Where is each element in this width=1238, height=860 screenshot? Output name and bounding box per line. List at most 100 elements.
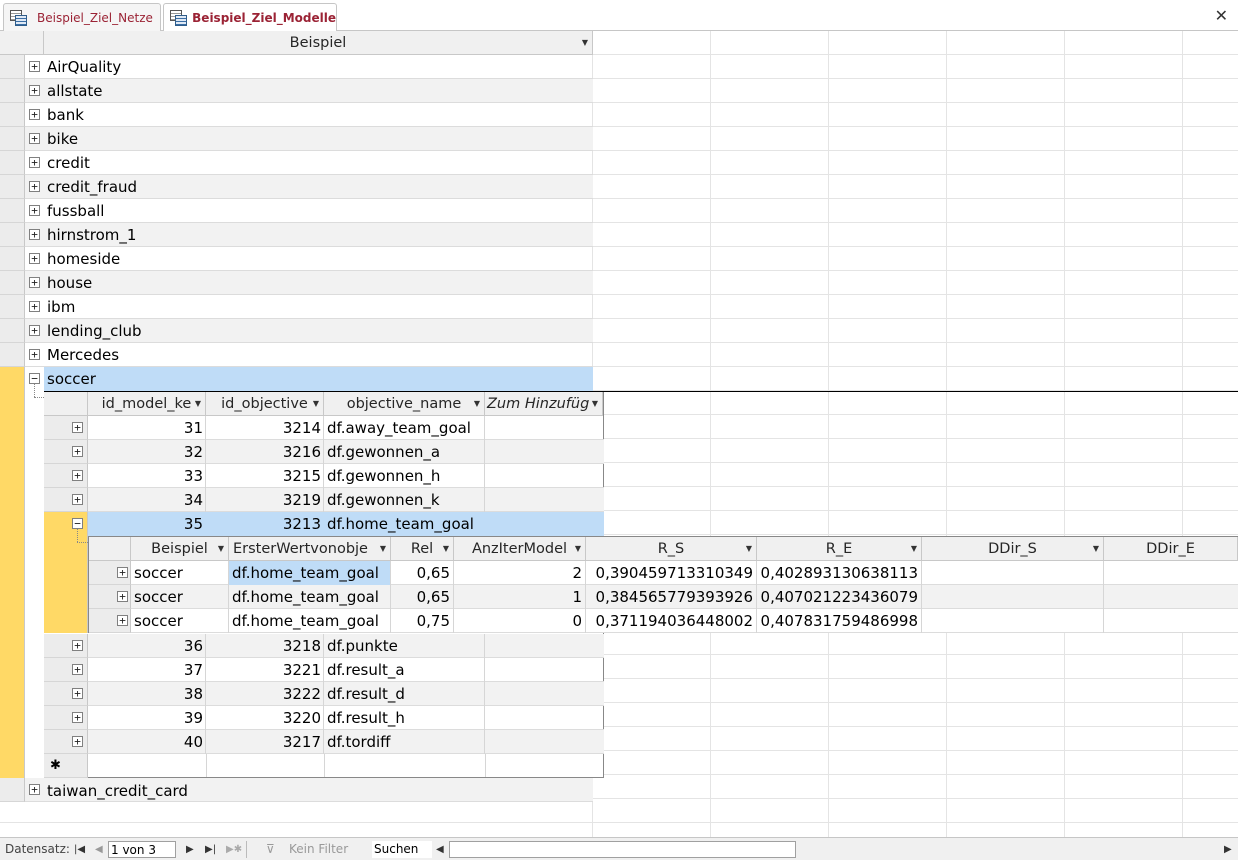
expand-icon[interactable]: + xyxy=(117,567,128,578)
record-selector[interactable] xyxy=(0,295,25,319)
expand-icon[interactable]: + xyxy=(72,470,83,481)
cell-add-field[interactable] xyxy=(485,488,603,512)
dropdown-arrow-icon[interactable]: ▼ xyxy=(575,537,581,560)
dropdown-arrow-icon[interactable]: ▼ xyxy=(218,537,224,560)
expand-icon[interactable]: + xyxy=(29,181,40,192)
close-icon[interactable]: ✕ xyxy=(1215,6,1228,25)
cell-erster-wert[interactable]: df.home_team_goal xyxy=(229,561,391,585)
dropdown-arrow-icon[interactable]: ▼ xyxy=(911,537,917,560)
column-header-anz-iter-model[interactable]: AnzIterModel ▼ xyxy=(454,537,586,561)
cell-rel[interactable]: 0,65 xyxy=(391,585,454,609)
column-header-id-model-key[interactable]: id_model_ke ▼ xyxy=(88,392,206,416)
expand-icon[interactable]: + xyxy=(117,615,128,626)
record-selector[interactable] xyxy=(0,127,25,151)
cell-id-model-key[interactable]: 37 xyxy=(88,658,206,682)
cell-ddir-s[interactable] xyxy=(922,609,1104,633)
record-selector[interactable] xyxy=(0,271,25,295)
cell-objective-name[interactable]: df.result_h xyxy=(324,706,485,730)
cell-r-e[interactable]: 0,407021223436079 xyxy=(757,585,922,609)
dropdown-arrow-icon[interactable]: ▼ xyxy=(313,392,319,415)
dropdown-arrow-icon[interactable]: ▼ xyxy=(582,31,588,54)
cell-r-e[interactable]: 0,407831759486998 xyxy=(757,609,922,633)
cell-erster-wert[interactable]: df.home_team_goal xyxy=(229,585,391,609)
cell-ddir-s[interactable] xyxy=(922,585,1104,609)
cell-r-s[interactable]: 0,384565779393926 xyxy=(586,585,757,609)
cell-id-objective[interactable]: 3221 xyxy=(206,658,324,682)
previous-record-icon[interactable]: ◀ xyxy=(95,841,103,858)
cell-id-model-key[interactable]: 34 xyxy=(88,488,206,512)
dropdown-arrow-icon[interactable]: ▼ xyxy=(443,537,449,560)
cell-objective-name[interactable]: df.gewonnen_a xyxy=(324,440,485,464)
cell-anz-iter-model[interactable]: 1 xyxy=(454,585,586,609)
cell-add-field[interactable] xyxy=(485,658,603,682)
record-selector[interactable] xyxy=(0,55,25,79)
expand-icon[interactable]: + xyxy=(29,784,40,795)
column-header-beispiel[interactable]: Beispiel ▼ xyxy=(131,537,229,561)
record-selector[interactable] xyxy=(0,247,25,271)
record-selector[interactable] xyxy=(0,79,25,103)
tab-beispiel-ziel-netze[interactable]: Beispiel_Ziel_Netze xyxy=(3,3,161,31)
cell-r-e[interactable]: 0,402893130638113 xyxy=(757,561,922,585)
cell-id-model-key[interactable]: 36 xyxy=(88,634,206,658)
first-record-icon[interactable]: |◀ xyxy=(74,841,85,858)
expand-icon[interactable]: + xyxy=(29,85,40,96)
record-selector[interactable] xyxy=(0,343,25,367)
cell-id-model-key[interactable]: 32 xyxy=(88,440,206,464)
cell-objective-name[interactable]: df.punkte xyxy=(324,634,485,658)
cell-r-s[interactable]: 0,390459713310349 xyxy=(586,561,757,585)
cell-beispiel[interactable]: soccer xyxy=(131,561,229,585)
column-header-erster-wert[interactable]: ErsterWertvonobje ▼ xyxy=(229,537,391,561)
column-header-ddir-s[interactable]: DDir_S ▼ xyxy=(922,537,1104,561)
record-selector-soccer[interactable] xyxy=(0,367,25,778)
expand-icon[interactable]: + xyxy=(29,325,40,336)
column-header-r-s[interactable]: R_S ▼ xyxy=(586,537,757,561)
cell-beispiel[interactable]: soccer xyxy=(131,609,229,633)
column-header-beispiel[interactable]: Beispiel ▼ xyxy=(44,31,593,55)
record-selector[interactable] xyxy=(0,103,25,127)
cell-beispiel[interactable]: soccer xyxy=(131,585,229,609)
record-selector[interactable] xyxy=(0,319,25,343)
cell-objective-name[interactable]: df.result_d xyxy=(324,682,485,706)
expand-icon[interactable]: + xyxy=(29,61,40,72)
cell-id-objective[interactable]: 3218 xyxy=(206,634,324,658)
expand-icon[interactable]: + xyxy=(29,205,40,216)
expand-icon[interactable]: + xyxy=(29,349,40,360)
expand-icon[interactable]: + xyxy=(117,591,128,602)
cell-erster-wert[interactable]: df.home_team_goal xyxy=(229,609,391,633)
filter-status[interactable]: Kein Filter xyxy=(289,841,348,858)
dropdown-arrow-icon[interactable]: ▼ xyxy=(592,392,598,415)
last-record-icon[interactable]: ▶| xyxy=(205,841,216,858)
next-record-icon[interactable]: ▶ xyxy=(186,841,194,858)
cell-ddir-e[interactable] xyxy=(1104,609,1238,633)
record-selector[interactable] xyxy=(0,151,25,175)
cell-add-field[interactable] xyxy=(485,512,603,536)
collapse-icon[interactable]: − xyxy=(72,518,83,529)
column-header-ddir-e[interactable]: DDir_E xyxy=(1104,537,1238,561)
expand-icon[interactable]: + xyxy=(72,494,83,505)
record-selector[interactable] xyxy=(0,175,25,199)
expand-icon[interactable]: + xyxy=(29,277,40,288)
record-selector[interactable] xyxy=(0,223,25,247)
cell-add-field[interactable] xyxy=(485,464,603,488)
horizontal-scrollbar-thumb[interactable] xyxy=(449,841,796,858)
cell-objective-name[interactable]: df.away_team_goal xyxy=(324,416,485,440)
sub-select-all-corner[interactable] xyxy=(44,392,88,416)
cell-add-field[interactable] xyxy=(485,440,603,464)
cell-ddir-e[interactable] xyxy=(1104,585,1238,609)
row-soccer[interactable]: soccer xyxy=(44,367,593,391)
column-header-id-objective[interactable]: id_objective ▼ xyxy=(206,392,324,416)
cell-objective-name[interactable]: df.gewonnen_k xyxy=(324,488,485,512)
cell-id-model-key[interactable]: 40 xyxy=(88,730,206,754)
cell-add-field[interactable] xyxy=(485,634,603,658)
expand-icon[interactable]: + xyxy=(29,301,40,312)
cell-r-s[interactable]: 0,371194036448002 xyxy=(586,609,757,633)
record-number-field[interactable]: 1 von 3 xyxy=(108,841,176,858)
expand-icon[interactable]: + xyxy=(72,736,83,747)
cell-anz-iter-model[interactable]: 0 xyxy=(454,609,586,633)
cell-id-objective[interactable]: 3220 xyxy=(206,706,324,730)
select-all-corner[interactable] xyxy=(0,31,44,55)
cell-objective-name[interactable]: df.tordiff xyxy=(324,730,485,754)
expand-icon[interactable]: + xyxy=(72,712,83,723)
cell-add-field[interactable] xyxy=(485,416,603,440)
expand-icon[interactable]: + xyxy=(72,422,83,433)
